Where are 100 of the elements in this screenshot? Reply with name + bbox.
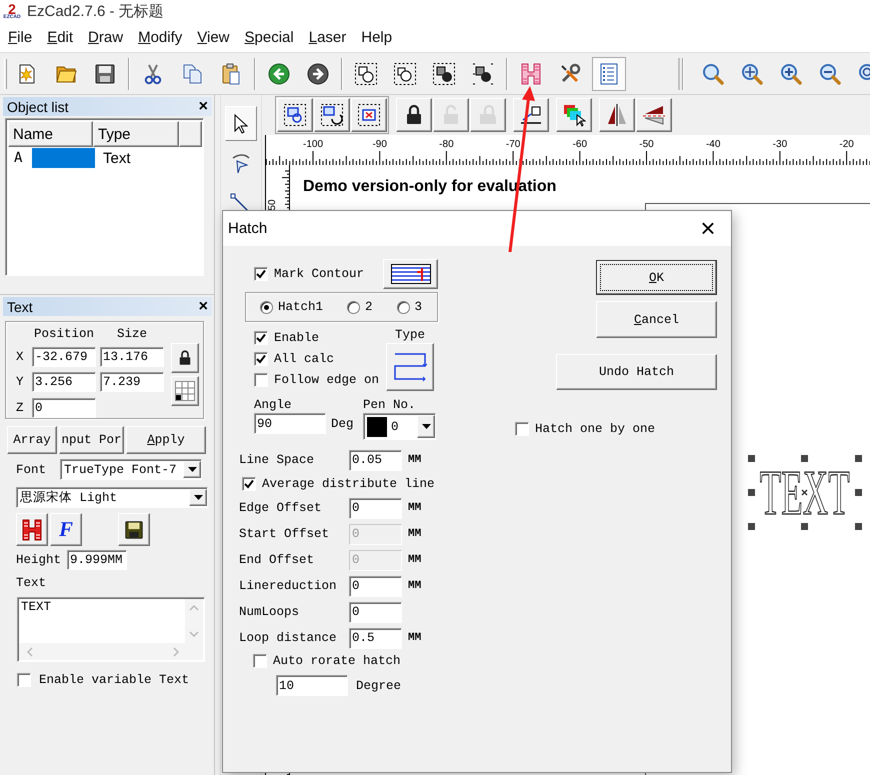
field-label: Edge Offset [239, 501, 323, 515]
dotted-filled-shapes-icon[interactable] [432, 62, 456, 86]
checkbox[interactable] [253, 654, 267, 668]
menu-item[interactable]: Draw [81, 26, 132, 48]
panel-button[interactable]: nput Por [59, 426, 124, 454]
filled-shapes-icon[interactable] [471, 62, 495, 86]
radio-button[interactable] [396, 300, 410, 314]
menu-item[interactable]: Special [238, 26, 302, 48]
dialog-button[interactable]: OK [596, 260, 717, 295]
selection-handle[interactable] [855, 455, 862, 462]
checkbox[interactable] [17, 673, 31, 687]
checkbox[interactable] [515, 422, 529, 436]
scroll-down-icon [189, 631, 199, 637]
field-label: Font [16, 462, 46, 476]
checkbox-label: Mark Contour [274, 267, 364, 281]
contour-pen-button[interactable] [383, 259, 438, 289]
close-button[interactable]: × [685, 212, 731, 246]
unit-label: MM [408, 528, 422, 540]
zoom-in-icon[interactable] [779, 62, 803, 86]
hatch-button[interactable] [16, 513, 48, 546]
panel-button[interactable]: Apply [126, 426, 206, 454]
ruler-label: -70 [506, 139, 520, 150]
unit-label: MM [408, 632, 422, 644]
tool-button[interactable] [225, 106, 257, 141]
input-field[interactable]: 3.256 [32, 372, 96, 392]
dialog-button[interactable]: Undo Hatch [556, 354, 717, 390]
selection-handle[interactable] [801, 523, 808, 530]
font-type-dropdown[interactable]: TrueType Font-7 [60, 459, 202, 480]
zoom-pan-icon[interactable] [740, 62, 764, 86]
mirror-horizontal-icon[interactable] [605, 103, 629, 127]
group-delete-icon[interactable] [357, 103, 381, 127]
close-button[interactable]: × [198, 98, 208, 114]
input-field[interactable]: 13.176 [100, 346, 164, 367]
menu-item[interactable]: Help [354, 26, 400, 48]
zoom-out-icon[interactable] [818, 62, 842, 86]
window-title: EzCad2.7.6 - 无标题 [27, 2, 164, 20]
object-list[interactable]: Name Type A Text [5, 118, 204, 276]
selection-handle[interactable] [801, 455, 808, 462]
radio-button[interactable] [347, 300, 360, 314]
input-field[interactable]: 0.5 [349, 628, 402, 648]
lock-button[interactable] [171, 343, 199, 373]
input-field[interactable]: 10 [276, 675, 348, 696]
save-button[interactable] [118, 513, 150, 546]
column-header[interactable]: Type [93, 121, 179, 147]
menu-item[interactable]: Modify [131, 26, 190, 48]
hatch-icon[interactable] [519, 62, 543, 86]
pen-dropdown[interactable]: 0 [363, 413, 436, 440]
panel-button[interactable]: Array [7, 426, 57, 454]
checkbox-label: All calc [274, 352, 334, 366]
selection-handle[interactable] [748, 523, 755, 530]
hatch-lines-icon[interactable] [390, 264, 430, 284]
selection-handle[interactable] [855, 523, 862, 530]
menu-item[interactable]: Edit [40, 26, 82, 48]
group-rotate-icon[interactable] [320, 103, 344, 127]
panel-title: Object list [7, 98, 68, 114]
zoom-icon[interactable] [701, 62, 725, 86]
save-icon[interactable] [93, 62, 117, 86]
selection-handle[interactable] [748, 455, 755, 462]
anchor-grid-icon[interactable] [175, 381, 195, 401]
scroll-left-icon [27, 646, 33, 656]
toolbar-button[interactable] [592, 56, 626, 90]
checkbox[interactable] [254, 330, 268, 344]
input-field[interactable]: 0 [349, 576, 402, 596]
close-button[interactable]: × [198, 298, 208, 314]
caret-icon [194, 495, 202, 500]
menu-item[interactable]: File [1, 26, 40, 48]
canvas-text[interactable]: TEXT [760, 460, 850, 524]
selection-handle[interactable] [855, 489, 862, 496]
input-field[interactable]: 0 [349, 498, 402, 518]
input-field[interactable]: 0 [349, 602, 402, 622]
checkbox[interactable] [254, 372, 268, 386]
group-select-icon[interactable] [283, 103, 307, 127]
text-area[interactable]: TEXT [17, 597, 205, 662]
checkbox[interactable] [254, 352, 268, 366]
color-layers-icon[interactable] [562, 103, 586, 127]
font-name-dropdown[interactable]: 思源宋体 Light [16, 487, 208, 508]
name-cell[interactable] [32, 148, 95, 168]
dotted-circle-square-icon[interactable] [393, 62, 417, 86]
ruler-label: -90 [372, 139, 387, 150]
radio-button[interactable] [260, 300, 273, 314]
anchor-grid-button[interactable] [171, 376, 199, 406]
input-field[interactable]: 0 [32, 398, 96, 418]
input-field[interactable]: 7.239 [100, 372, 164, 392]
save-icon[interactable] [123, 518, 145, 540]
menu-item[interactable]: View [190, 26, 238, 48]
column-header[interactable]: Name [8, 121, 93, 147]
checkbox[interactable] [242, 477, 256, 491]
mirror-vertical-icon[interactable] [642, 103, 666, 127]
selection-handle[interactable] [748, 489, 755, 496]
hatch-icon[interactable] [20, 518, 44, 542]
dialog-button[interactable]: Cancel [596, 301, 717, 338]
column-header[interactable] [179, 121, 202, 147]
input-field[interactable]: 9.999MM [67, 550, 128, 570]
font-button[interactable]: F [50, 513, 82, 546]
checkbox[interactable] [254, 267, 268, 281]
column-label: Position [32, 328, 95, 342]
input-field[interactable]: 0.05 [349, 450, 402, 470]
input-field[interactable]: 90 [254, 413, 326, 434]
input-field[interactable]: -32.679 [32, 346, 96, 367]
menu-item[interactable]: Laser [302, 26, 354, 48]
